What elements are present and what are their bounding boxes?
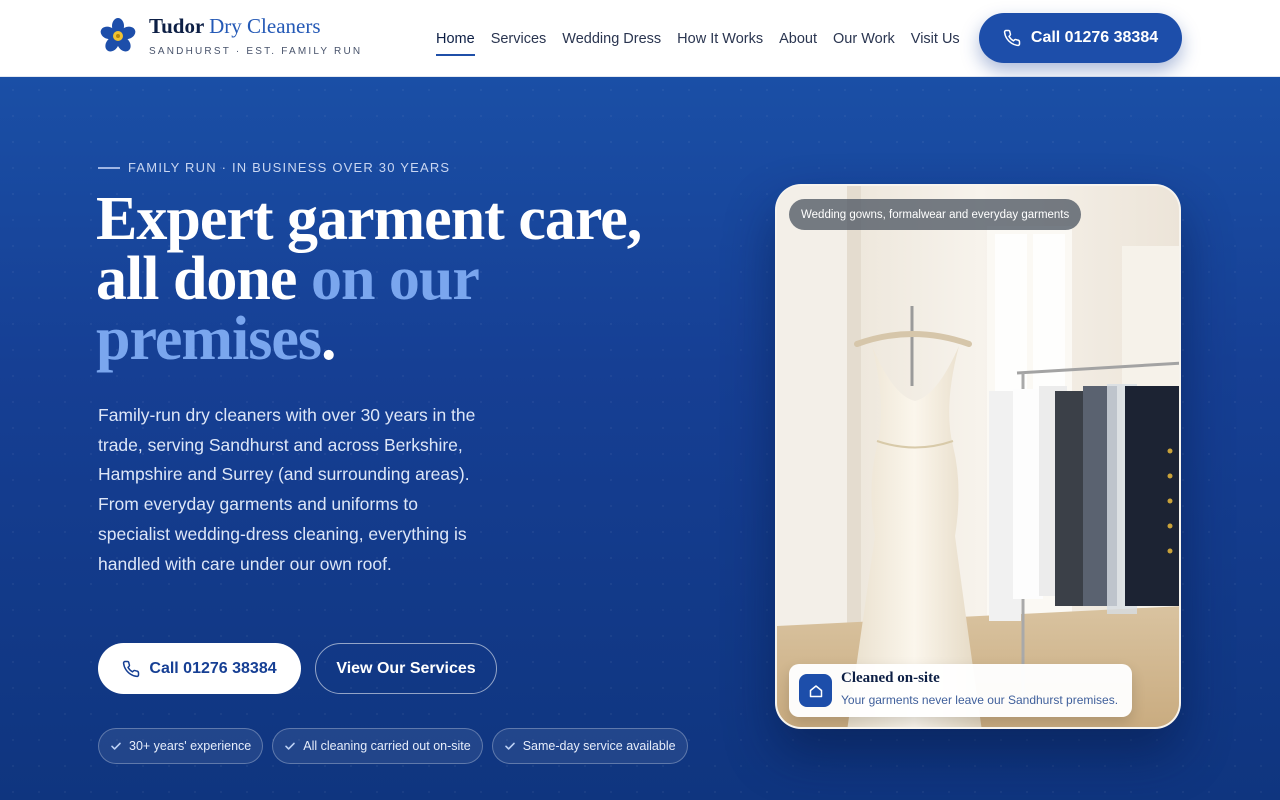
nav-our-work[interactable]: Our Work [833,31,895,47]
hero-intro: Family-run dry cleaners with over 30 yea… [98,405,476,574]
badge-label: All cleaning carried out on-site [303,739,471,753]
header-call-button[interactable]: Call 01276 38384 [979,13,1182,63]
on-site-subtitle: Your garments never leave our Sandhurst … [841,693,1119,707]
check-icon [111,742,121,750]
main-nav: Home Services Wedding Dress How It Works… [436,0,976,77]
badge-experience: 30+ years' experience [98,728,264,764]
badge-same-day: Same-day service available [491,728,688,764]
brand-name[interactable]: Tudor Dry Cleaners [149,14,321,39]
nav-how-it-works[interactable]: How It Works [677,31,763,47]
on-site-card: Cleaned on-site Your garments never leav… [789,664,1132,717]
site-header: Tudor Dry Cleaners SANDHURST · EST. FAMI… [0,0,1280,77]
nav-about[interactable]: About [779,31,817,47]
eyebrow-text: FAMILY RUN · IN BUSINESS OVER 30 YEARS [128,160,451,175]
phone-icon [123,660,140,677]
nav-visit-us[interactable]: Visit Us [911,31,960,47]
hero-eyebrow: FAMILY RUN · IN BUSINESS OVER 30 YEARS [98,160,450,175]
eyebrow-line [98,166,120,169]
brand-primary: Tudor [149,14,204,38]
wedding-dress-photo [777,186,1179,727]
view-services-label: View Our Services [336,659,476,677]
hero-call-button[interactable]: Call 01276 38384 [98,643,301,694]
hero-photo-card: Wedding gowns, formalwear and everyday g… [775,184,1181,729]
nav-home[interactable]: Home [436,31,475,56]
check-icon [504,742,515,750]
nav-services[interactable]: Services [491,31,547,47]
phone-icon [1003,29,1021,47]
brand-tagline: SANDHURST · EST. FAMILY RUN [149,46,363,57]
feature-badges: 30+ years' experience All cleaning carri… [98,728,688,764]
hero-call-label: Call 01276 38384 [149,659,277,677]
badge-on-site: All cleaning carried out on-site [272,728,483,764]
check-icon [285,742,296,750]
nav-wedding-dress[interactable]: Wedding Dress [562,31,661,47]
headline-period: . [321,305,336,373]
badge-label: Same-day service available [522,739,676,753]
photo-tag: Wedding gowns, formalwear and everyday g… [789,199,1082,230]
brand-accent: Dry Cleaners [209,14,321,38]
hero-headline: Expert garment care, all done on our pre… [96,188,716,370]
on-site-title: Cleaned on-site [841,670,940,686]
view-services-button[interactable]: View Our Services [315,643,497,694]
hero-section: FAMILY RUN · IN BUSINESS OVER 30 YEARS E… [0,77,1280,800]
home-icon [799,674,832,707]
header-call-label: Call 01276 38384 [1030,29,1159,46]
flower-icon[interactable] [100,18,136,54]
badge-label: 30+ years' experience [129,739,252,753]
